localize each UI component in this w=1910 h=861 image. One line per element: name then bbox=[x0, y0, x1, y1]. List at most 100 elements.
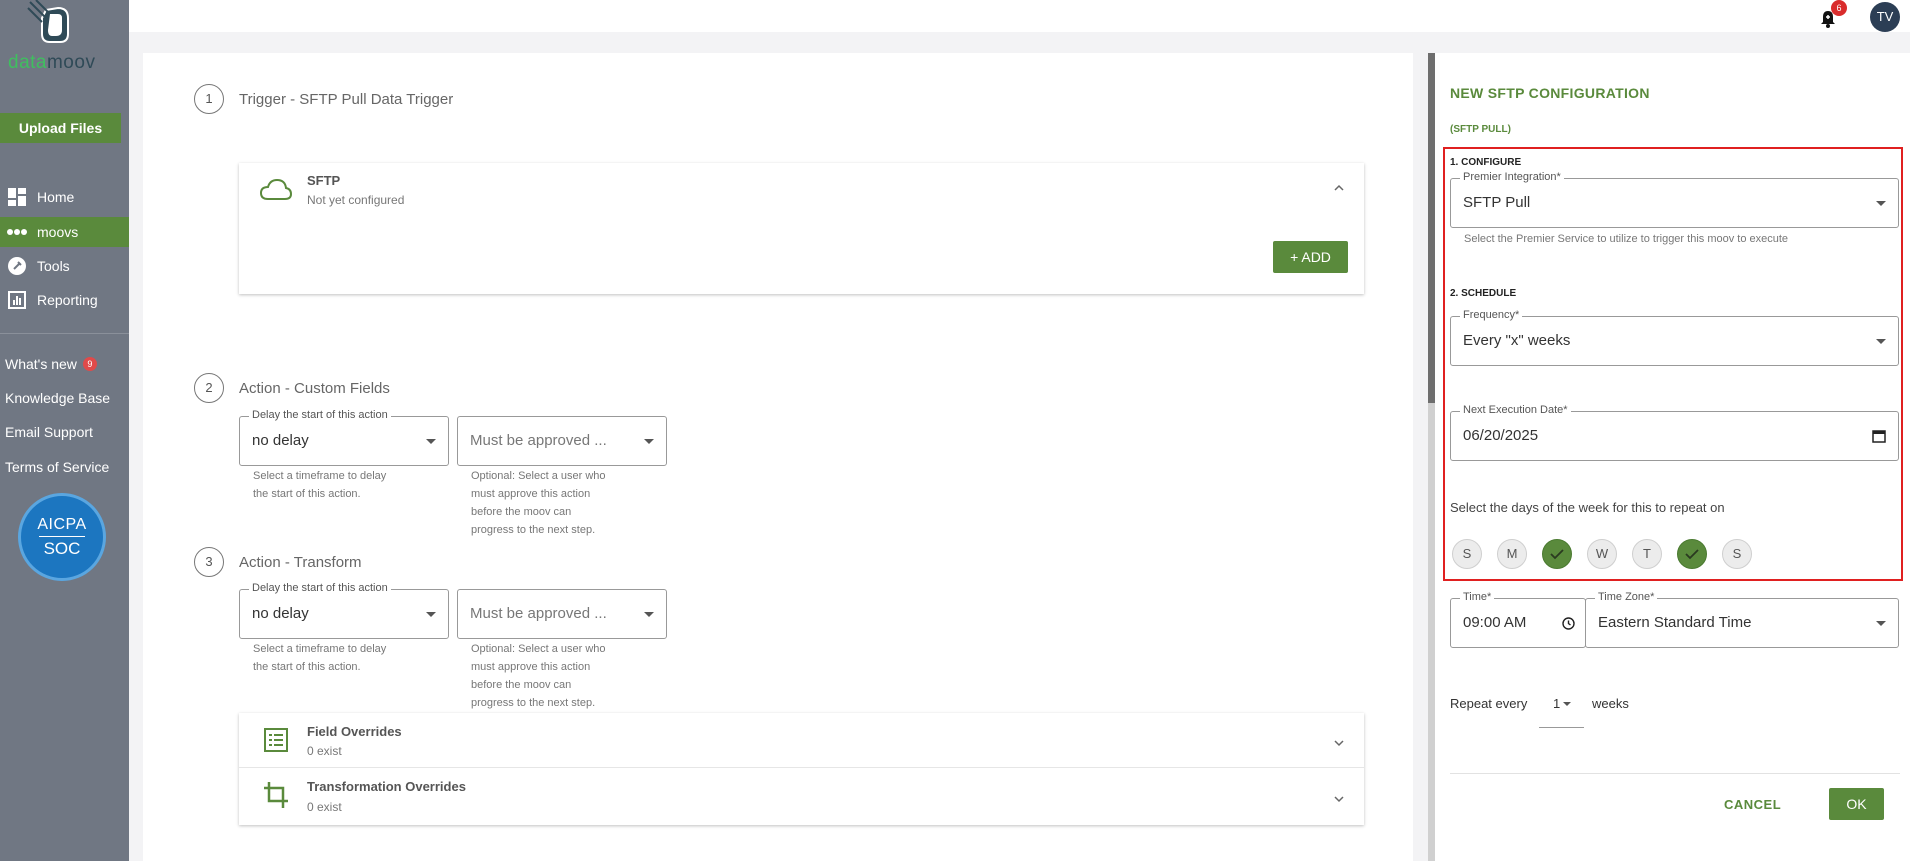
frequency-select[interactable]: Frequency* Every "x" weeks bbox=[1450, 309, 1899, 366]
chevron-down-icon[interactable] bbox=[1333, 793, 1345, 805]
repeat-every-suffix: weeks bbox=[1592, 696, 1629, 711]
transformation-overrides-count: 0 exist bbox=[307, 800, 342, 814]
sidebar-divider bbox=[0, 333, 129, 334]
panel-footer-divider bbox=[1450, 773, 1900, 774]
sidebar-item-label: Home bbox=[37, 189, 75, 205]
dashboard-icon bbox=[7, 187, 27, 207]
sidebar-item-moovs[interactable]: moovs bbox=[0, 217, 129, 247]
step-3-number: 3 bbox=[194, 547, 224, 577]
top-bar bbox=[129, 0, 1910, 32]
logo-text-b: moov bbox=[46, 52, 96, 73]
help-line: must approve this action bbox=[471, 661, 591, 673]
step-2-delay-select[interactable]: Delay the start of this action no delay bbox=[239, 409, 449, 466]
delay-label: Delay the start of this action bbox=[249, 409, 391, 421]
email-support-link[interactable]: Email Support bbox=[5, 424, 93, 440]
panel-scrollbar-thumb[interactable] bbox=[1428, 53, 1435, 403]
aicpa-line1: AICPA bbox=[37, 515, 87, 533]
premier-integration-label: Premier Integration* bbox=[1460, 171, 1564, 183]
chart-icon bbox=[7, 290, 27, 310]
cancel-button[interactable]: CANCEL bbox=[1724, 797, 1781, 812]
dropdown-arrow-icon bbox=[426, 612, 436, 617]
panel-title: NEW SFTP CONFIGURATION bbox=[1450, 85, 1650, 101]
day-toggle-monday[interactable]: M bbox=[1497, 539, 1527, 569]
step-2-title: Action - Custom Fields bbox=[239, 380, 390, 397]
clock-icon[interactable] bbox=[1562, 617, 1575, 630]
sidebar-item-label: Tools bbox=[37, 258, 70, 274]
help-line: Select a timeframe to delay bbox=[253, 470, 387, 482]
field-overrides-row[interactable] bbox=[239, 713, 1364, 767]
list-icon bbox=[264, 728, 288, 752]
whats-new-link[interactable]: What's new 9 bbox=[5, 356, 97, 372]
step-3-delay-select[interactable]: Delay the start of this action no delay bbox=[239, 582, 449, 639]
sftp-trigger-card bbox=[239, 163, 1364, 294]
sidebar-item-reporting[interactable]: Reporting bbox=[0, 285, 129, 315]
transformation-overrides-title: Transformation Overrides bbox=[307, 779, 466, 794]
field-overrides-title: Field Overrides bbox=[307, 724, 402, 739]
frequency-label: Frequency* bbox=[1460, 309, 1523, 321]
repeat-interval-select[interactable]: 1 bbox=[1539, 680, 1584, 728]
help-line: Select a timeframe to delay bbox=[253, 643, 387, 655]
time-input[interactable]: Time* 09:00 AM bbox=[1450, 591, 1586, 648]
next-execution-date-label: Next Execution Date* bbox=[1460, 404, 1571, 416]
repeat-interval-value: 1 bbox=[1553, 696, 1561, 711]
frequency-value: Every "x" weeks bbox=[1463, 332, 1571, 349]
sidebar-item-label: moovs bbox=[37, 224, 79, 240]
transformation-overrides-row[interactable] bbox=[239, 768, 1364, 824]
time-zone-value: Eastern Standard Time bbox=[1598, 614, 1752, 631]
help-line: Optional: Select a user who bbox=[471, 470, 606, 482]
dropdown-arrow-icon bbox=[1876, 339, 1886, 344]
knowledge-base-link[interactable]: Knowledge Base bbox=[5, 390, 110, 406]
checkmark-icon bbox=[1550, 549, 1564, 560]
sftp-card-title: SFTP bbox=[307, 173, 341, 188]
whats-new-badge: 9 bbox=[82, 357, 97, 371]
crop-icon bbox=[264, 782, 288, 808]
chevron-down-icon[interactable] bbox=[1333, 737, 1345, 749]
step-2-number: 2 bbox=[194, 373, 224, 403]
delay-value: no delay bbox=[252, 432, 309, 449]
terms-of-service-link[interactable]: Terms of Service bbox=[5, 459, 109, 475]
time-zone-select[interactable]: Time Zone* Eastern Standard Time bbox=[1585, 591, 1899, 648]
sidebar-item-label: Reporting bbox=[37, 292, 98, 308]
help-line: before the moov can bbox=[471, 506, 572, 518]
day-toggle-thursday[interactable]: T bbox=[1632, 539, 1662, 569]
calendar-icon[interactable] bbox=[1872, 429, 1886, 443]
add-trigger-button[interactable]: + ADD bbox=[1273, 241, 1348, 273]
step-2-approver-select[interactable]: Must be approved ... bbox=[457, 416, 667, 466]
day-toggle-saturday[interactable]: S bbox=[1722, 539, 1752, 569]
step-1-number: 1 bbox=[194, 84, 224, 114]
upload-files-button[interactable]: Upload Files bbox=[0, 113, 121, 143]
panel-subtitle: (SFTP PULL) bbox=[1450, 124, 1511, 135]
days-prompt: Select the days of the week for this to … bbox=[1450, 500, 1725, 515]
step-3-title: Action - Transform bbox=[239, 554, 362, 571]
user-avatar[interactable]: TV bbox=[1870, 2, 1900, 32]
sidebar-item-tools[interactable]: Tools bbox=[0, 251, 129, 281]
day-toggle-tuesday[interactable] bbox=[1542, 539, 1572, 569]
sidebar-item-home[interactable]: Home bbox=[0, 182, 129, 212]
notification-count-badge: 6 bbox=[1831, 0, 1847, 16]
step-3-approver-select[interactable]: Must be approved ... bbox=[457, 589, 667, 639]
delay-value: no delay bbox=[252, 605, 309, 622]
repeat-every-prefix: Repeat every bbox=[1450, 696, 1528, 711]
ok-button[interactable]: OK bbox=[1829, 788, 1884, 820]
help-line: before the moov can bbox=[471, 679, 572, 691]
time-value: 09:00 AM bbox=[1463, 614, 1527, 631]
day-toggle-wednesday[interactable]: W bbox=[1587, 539, 1617, 569]
aicpa-soc-badge: AICPA SOC bbox=[18, 493, 106, 581]
help-line: the start of this action. bbox=[253, 661, 361, 673]
logo-text-a: data bbox=[8, 52, 47, 73]
premier-integration-help: Select the Premier Service to utilize to… bbox=[1464, 233, 1789, 245]
chevron-up-icon[interactable] bbox=[1333, 182, 1345, 194]
help-line: must approve this action bbox=[471, 488, 591, 500]
premier-integration-select[interactable]: Premier Integration* SFTP Pull bbox=[1450, 171, 1899, 228]
day-toggle-sunday[interactable]: S bbox=[1452, 539, 1482, 569]
help-line: progress to the next step. bbox=[471, 697, 596, 709]
step-2-approver-help: Optional: Select a user who must approve… bbox=[471, 467, 606, 539]
next-execution-date-value: 06/20/2025 bbox=[1463, 427, 1539, 444]
next-execution-date-input[interactable]: Next Execution Date* 06/20/2025 bbox=[1450, 404, 1899, 461]
day-toggle-friday[interactable] bbox=[1677, 539, 1707, 569]
time-zone-label: Time Zone* bbox=[1595, 591, 1658, 603]
step-1-title: Trigger - SFTP Pull Data Trigger bbox=[239, 91, 454, 108]
configure-heading: 1. CONFIGURE bbox=[1450, 157, 1522, 168]
logo-wordmark[interactable]: datamoov bbox=[8, 52, 95, 74]
sftp-card-status: Not yet configured bbox=[307, 193, 405, 207]
